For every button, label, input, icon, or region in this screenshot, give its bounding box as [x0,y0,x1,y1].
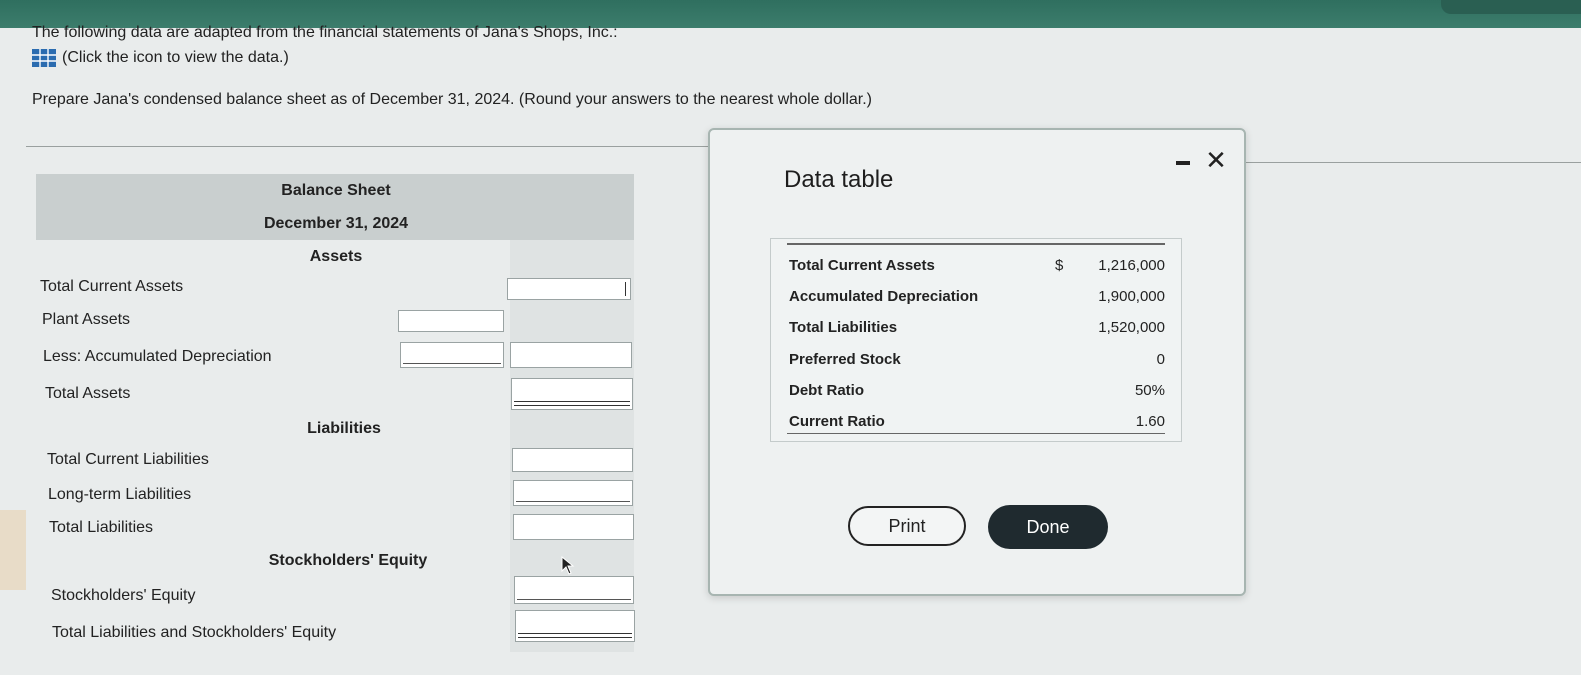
modal-title: Data table [784,166,894,193]
table-row: Total Liabilities 1,520,000 [789,313,1165,344]
done-button[interactable]: Done [988,505,1108,549]
input-plant-assets[interactable] [398,310,504,332]
balance-sheet-title: Balance Sheet [281,182,391,199]
table-row: Debt Ratio 50% [789,376,1165,407]
row-label: Debt Ratio [789,382,864,399]
data-table: Total Current Assets $ 1,216,000 Accumul… [770,238,1182,442]
close-icon[interactable]: ✕ [1204,147,1228,173]
input-total-liab-and-equity[interactable] [515,610,635,642]
input-total-assets[interactable] [511,378,633,410]
minimize-icon[interactable] [1176,152,1190,172]
label-total-current-liabilities: Total Current Liabilities [47,451,209,468]
table-row: Total Current Assets $ 1,216,000 [789,251,1165,282]
row-value: 1,520,000 [1098,319,1165,336]
print-button[interactable]: Print [848,506,966,546]
row-currency: $ [1055,257,1064,274]
label-total-assets: Total Assets [45,385,131,402]
view-data-label[interactable]: (Click the icon to view the data.) [62,49,289,67]
view-data-link[interactable]: (Click the icon to view the data.) [32,49,289,67]
divider-right [1245,162,1581,163]
table-grid-icon[interactable] [32,49,56,67]
table-row: Preferred Stock 0 [789,345,1165,376]
label-total-liab-and-equity: Total Liabilities and Stockholders' Equi… [52,624,337,641]
row-value: 1,216,000 [1098,257,1165,274]
row-value: 50% [1134,382,1165,399]
input-stockholders-equity[interactable] [514,576,634,604]
input-net-plant-assets[interactable] [510,342,632,368]
input-accum-dep[interactable] [400,342,504,368]
label-long-term-liabilities: Long-term Liabilities [48,486,192,503]
table-top-rule [787,243,1165,245]
left-edge-highlight [0,510,26,590]
label-stockholders-equity: Stockholders' Equity [51,587,196,604]
data-table-modal: Data table ✕ Total Current Assets $ 1,21… [708,128,1246,596]
label-total-liabilities: Total Liabilities [49,519,154,536]
instruction-text: Prepare Jana's condensed balance sheet a… [32,91,873,108]
row-value: 1.60 [1135,413,1165,430]
divider [26,146,716,147]
row-label: Current Ratio [789,413,885,430]
table-bottom-rule [787,433,1165,434]
row-value: 0 [1156,351,1165,368]
balance-sheet-date: December 31, 2024 [263,215,409,232]
input-total-liabilities[interactable] [513,514,634,540]
balance-sheet: Balance Sheet December 31, 2024 Assets T… [36,174,636,652]
section-assets: Assets [309,248,363,265]
input-total-current-liabilities[interactable] [512,448,633,472]
row-label: Preferred Stock [789,351,901,368]
label-less-accum-dep: Less: Accumulated Depreciation [43,348,272,365]
section-equity: Stockholders' Equity [268,552,428,569]
label-total-current-assets: Total Current Assets [40,278,184,295]
row-label: Total Liabilities [789,319,898,336]
top-bar-pill [1441,0,1581,14]
intro-text: The following data are adapted from the … [32,24,618,41]
row-label: Accumulated Depreciation [789,288,979,305]
input-long-term-liabilities[interactable] [513,480,633,506]
row-label: Total Current Assets [789,257,935,274]
label-plant-assets: Plant Assets [42,311,131,328]
row-value: 1,900,000 [1098,288,1165,305]
table-row: Accumulated Depreciation 1,900,000 [789,282,1165,313]
input-total-current-assets[interactable] [507,278,631,300]
section-liabilities: Liabilities [307,420,381,437]
mouse-pointer-icon [561,556,575,575]
